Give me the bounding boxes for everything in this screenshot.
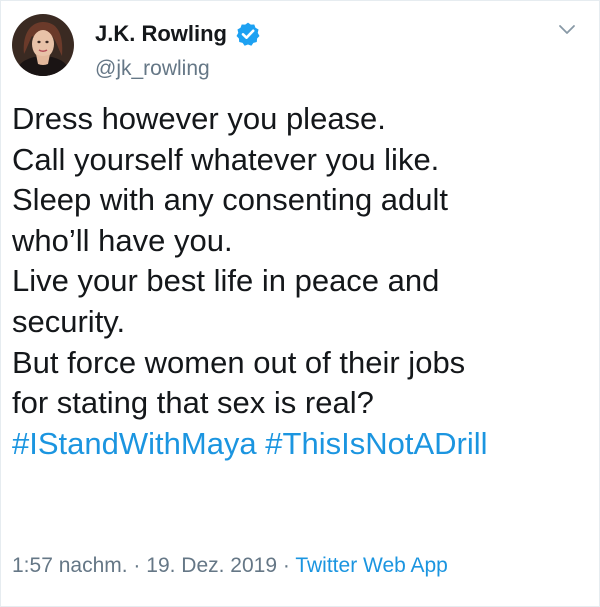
tweet-meta: 1:57 nachm. · 19. Dez. 2019 · Twitter We…	[12, 554, 448, 578]
author-handle[interactable]: @jk_rowling	[95, 57, 210, 81]
tweet-line: for stating that sex is real?	[12, 385, 374, 421]
chevron-down-icon[interactable]	[557, 23, 577, 37]
tweet-line: But force women out of their jobs	[12, 344, 466, 380]
author-name[interactable]: J.K. Rowling	[95, 21, 227, 47]
tweet-line: who’ll have you.	[12, 222, 233, 258]
tweet-line: Dress however you please.	[12, 101, 386, 136]
hashtag-link[interactable]: #IStandWithMaya	[12, 426, 257, 461]
tweet-time[interactable]: 1:57 nachm.	[12, 554, 128, 577]
tweet-line: Call yourself whatever you like.	[12, 141, 440, 177]
tweet-line: Live your best life in peace and	[12, 263, 440, 299]
verified-badge-icon	[236, 22, 260, 46]
tweet-source-link[interactable]: Twitter Web App	[295, 554, 448, 577]
tweet-line: security.	[12, 303, 126, 339]
hashtag-link[interactable]: #ThisIsNotADrill	[265, 426, 487, 461]
author-avatar[interactable]	[12, 14, 74, 76]
tweet-date[interactable]: 19. Dez. 2019	[146, 554, 277, 577]
tweet-text: Dress however you please. Call yourself …	[12, 99, 592, 464]
meta-separator: ·	[282, 554, 290, 577]
hashtag-line: #IStandWithMaya #ThisIsNotADrill	[12, 424, 592, 465]
tweet-line: Sleep with any consenting adult	[12, 182, 449, 218]
avatar-image	[12, 14, 74, 76]
tweet-card: J.K. Rowling @jk_rowling Dress however y…	[0, 0, 600, 607]
meta-separator: ·	[133, 554, 141, 577]
